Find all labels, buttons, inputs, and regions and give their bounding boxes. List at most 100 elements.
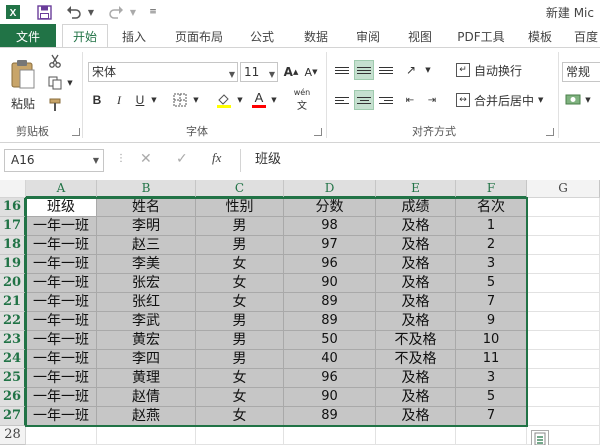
table-cell[interactable]: 96 [284, 369, 376, 388]
row-header-28[interactable]: 28 [0, 426, 26, 445]
align-left-icon[interactable] [332, 90, 352, 110]
underline-dropdown-icon[interactable]: ▼ [150, 90, 158, 110]
table-cell[interactable]: 89 [284, 312, 376, 331]
table-cell[interactable]: 一年一班 [26, 217, 97, 236]
chevron-down-icon[interactable]: ▼ [538, 96, 543, 104]
table-cell[interactable]: 50 [284, 331, 376, 350]
paste-button[interactable]: 粘贴 [6, 52, 40, 118]
column-header-G[interactable]: G [527, 180, 600, 198]
table-cell[interactable]: 一年一班 [26, 388, 97, 407]
enter-icon[interactable]: ✓ [176, 151, 188, 167]
name-box[interactable]: A16 ▼ [4, 149, 104, 172]
decrease-font-icon[interactable]: A ▼ [302, 62, 320, 82]
font-launcher-icon[interactable] [314, 128, 322, 136]
row-header-16[interactable]: 16 [0, 198, 26, 217]
row-header-18[interactable]: 18 [0, 236, 26, 255]
empty-cell[interactable] [527, 293, 600, 312]
empty-cell[interactable] [527, 274, 600, 293]
row-header-26[interactable]: 26 [0, 388, 26, 407]
copy-dropdown-icon[interactable]: ▼ [66, 74, 74, 92]
table-header-cell[interactable]: 姓名 [97, 198, 196, 217]
format-painter-icon[interactable] [46, 96, 64, 114]
empty-cell[interactable] [527, 255, 600, 274]
table-cell[interactable]: 赵三 [97, 236, 196, 255]
undo-dropdown-icon[interactable]: ▼ [86, 3, 96, 21]
tab-pdf-tools[interactable]: PDF工具 [452, 24, 510, 48]
formula-input[interactable]: 班级 [240, 149, 600, 172]
table-cell[interactable]: 及格 [376, 274, 456, 293]
table-cell[interactable]: 李四 [97, 350, 196, 369]
save-icon[interactable] [34, 3, 54, 21]
borders-dropdown-icon[interactable]: ▼ [192, 90, 200, 110]
empty-cell[interactable] [527, 198, 600, 217]
table-cell[interactable]: 及格 [376, 236, 456, 255]
table-cell[interactable]: 及格 [376, 217, 456, 236]
column-header-D[interactable]: D [284, 180, 376, 198]
column-header-E[interactable]: E [376, 180, 456, 198]
number-format-combo[interactable]: 常规 [562, 62, 600, 82]
table-cell[interactable]: 98 [284, 217, 376, 236]
row-header-19[interactable]: 19 [0, 255, 26, 274]
align-bottom-icon[interactable] [376, 60, 396, 80]
row-header-20[interactable]: 20 [0, 274, 26, 293]
table-cell[interactable]: 97 [284, 236, 376, 255]
table-cell[interactable]: 5 [456, 388, 527, 407]
row-header-17[interactable]: 17 [0, 217, 26, 236]
table-cell[interactable]: 1 [456, 217, 527, 236]
fill-color-icon[interactable] [214, 90, 234, 110]
empty-cell[interactable] [284, 426, 376, 445]
align-middle-icon[interactable] [354, 60, 374, 80]
insert-function-button[interactable]: fx [212, 150, 221, 166]
table-cell[interactable]: 一年一班 [26, 236, 97, 255]
table-cell[interactable]: 黄理 [97, 369, 196, 388]
empty-cell[interactable] [196, 426, 284, 445]
table-cell[interactable]: 男 [196, 217, 284, 236]
empty-cell[interactable] [527, 312, 600, 331]
table-cell[interactable]: 黄宏 [97, 331, 196, 350]
empty-cell[interactable] [97, 426, 196, 445]
select-all-button[interactable] [0, 180, 26, 198]
table-cell[interactable]: 10 [456, 331, 527, 350]
table-cell[interactable]: 一年一班 [26, 274, 97, 293]
empty-cell[interactable] [376, 426, 456, 445]
tab-page-layout[interactable]: 页面布局 [166, 24, 232, 48]
empty-cell[interactable] [527, 236, 600, 255]
table-cell[interactable]: 女 [196, 388, 284, 407]
quick-analysis-icon[interactable] [531, 430, 549, 445]
empty-cell[interactable] [527, 350, 600, 369]
table-cell[interactable]: 一年一班 [26, 312, 97, 331]
table-cell[interactable]: 90 [284, 274, 376, 293]
table-cell[interactable]: 男 [196, 350, 284, 369]
table-cell[interactable]: 9 [456, 312, 527, 331]
table-cell[interactable]: 赵倩 [97, 388, 196, 407]
chevron-down-icon[interactable]: ▼ [93, 150, 99, 171]
tab-formulas[interactable]: 公式 [240, 24, 284, 48]
increase-indent-icon[interactable]: ⇥ [422, 90, 442, 110]
bold-button[interactable]: B [88, 90, 106, 110]
row-header-27[interactable]: 27 [0, 407, 26, 426]
table-cell[interactable]: 女 [196, 255, 284, 274]
align-top-icon[interactable] [332, 60, 352, 80]
tab-templates[interactable]: 模板 [520, 24, 560, 48]
copy-icon[interactable] [46, 74, 64, 92]
clipboard-launcher-icon[interactable] [72, 128, 80, 136]
fill-color-dropdown-icon[interactable]: ▼ [236, 90, 244, 110]
tab-insert[interactable]: 插入 [112, 24, 156, 48]
orientation-dropdown-icon[interactable]: ▼ [424, 60, 432, 80]
merge-center-button[interactable]: ↔ 合并后居中 ▼ [456, 90, 543, 110]
table-cell[interactable]: 一年一班 [26, 293, 97, 312]
empty-cell[interactable] [527, 217, 600, 236]
tab-review[interactable]: 审阅 [346, 24, 390, 48]
phonetic-guide-icon[interactable]: wén 文 [290, 88, 314, 112]
table-cell[interactable]: 11 [456, 350, 527, 369]
column-header-C[interactable]: C [196, 180, 284, 198]
italic-button[interactable]: I [110, 90, 128, 110]
table-cell[interactable]: 李武 [97, 312, 196, 331]
table-cell[interactable]: 男 [196, 312, 284, 331]
row-header-21[interactable]: 21 [0, 293, 26, 312]
empty-cell[interactable] [527, 388, 600, 407]
table-cell[interactable]: 赵燕 [97, 407, 196, 426]
table-cell[interactable]: 李明 [97, 217, 196, 236]
table-header-cell[interactable]: 名次 [456, 198, 527, 217]
table-cell[interactable]: 2 [456, 236, 527, 255]
